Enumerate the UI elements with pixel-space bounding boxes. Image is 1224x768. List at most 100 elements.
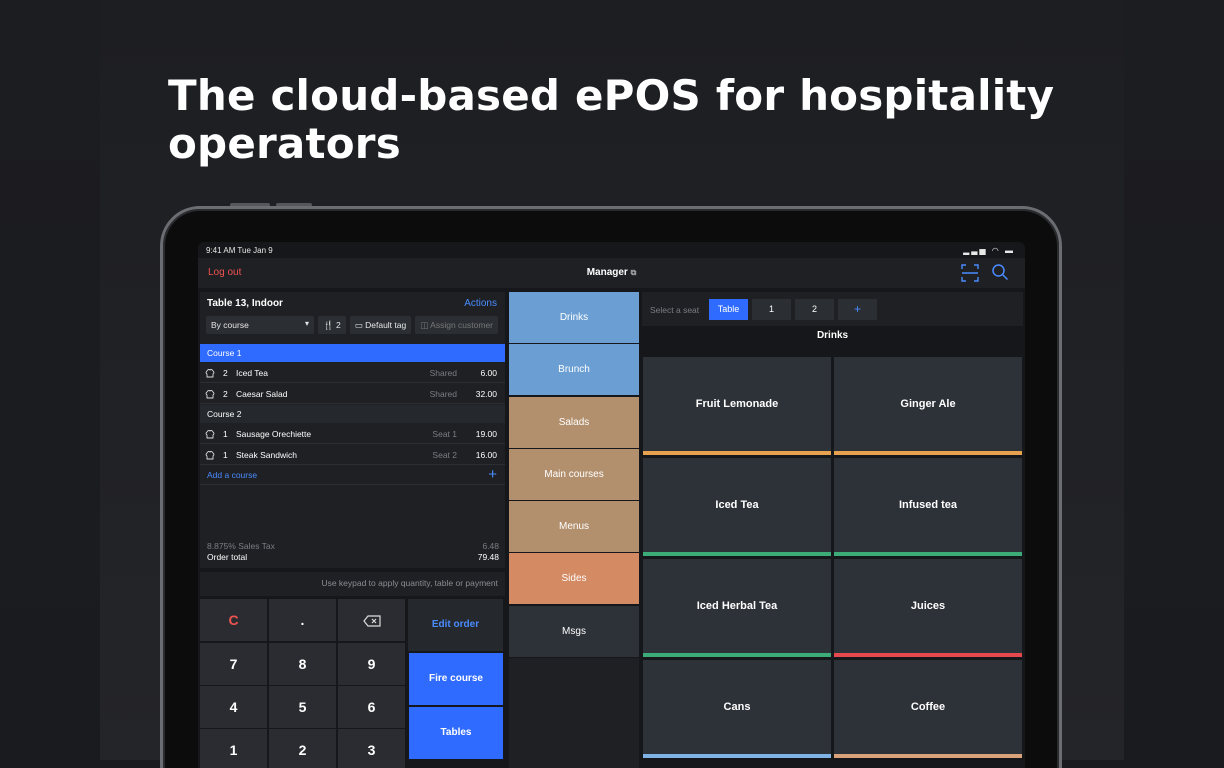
tile-label: Coffee (910, 701, 946, 713)
tablet-screen: 9:41 AM Tue Jan 9 ▂▃▅ ◠ ▬ Log out Manage… (198, 242, 1025, 768)
item-price: 32.00 (475, 389, 497, 399)
group-by-select[interactable]: By course (206, 316, 314, 334)
cutlery-icon: 🍴 (323, 320, 334, 330)
item-seat: Seat 1 (432, 429, 457, 439)
status-time: 9:41 AM Tue Jan 9 (206, 246, 273, 255)
camera-icon: ◫ (420, 320, 429, 330)
chef-hat-icon (205, 430, 215, 439)
key-1[interactable]: 1 (200, 729, 267, 768)
status-icons: ▂▃▅ ◠ ▬ (963, 246, 1015, 255)
tile-color-bar (834, 552, 1022, 556)
edit-order-button[interactable]: Edit order (408, 599, 503, 651)
product-tile[interactable]: Ginger Ale (834, 357, 1022, 455)
course-2-header[interactable]: Course 2 (200, 405, 505, 423)
product-tile[interactable]: Iced Tea (643, 458, 831, 556)
tag-icon: ▭ (354, 320, 363, 330)
item-price: 6.00 (480, 368, 497, 378)
add-seat-button[interactable]: + (838, 299, 877, 320)
key-4[interactable]: 4 (200, 686, 267, 728)
sales-tax-row: 8.875% Sales Tax 6.48 (207, 541, 499, 551)
item-price: 16.00 (475, 450, 497, 460)
tile-color-bar (643, 552, 831, 556)
item-seat: Shared (429, 389, 457, 399)
assign-customer-button[interactable]: ◫ Assign customer (415, 316, 499, 334)
order-total-row: Order total 79.48 (207, 552, 499, 562)
category-menus[interactable]: Menus (509, 501, 639, 552)
status-bar: 9:41 AM Tue Jan 9 ▂▃▅ ◠ ▬ (198, 242, 1025, 258)
seat-1-button[interactable]: 1 (752, 299, 791, 320)
decimal-key[interactable]: . (269, 599, 336, 641)
key-5[interactable]: 5 (269, 686, 336, 728)
order-item[interactable]: 1 Sausage Orechiette Seat 1 19.00 (200, 423, 505, 444)
tile-label: Cans (723, 701, 751, 713)
product-tile[interactable]: Coffee (834, 660, 1022, 758)
order-panel: Table 13, Indoor Actions By course 🍴 2 ▭… (200, 292, 505, 568)
product-tile[interactable]: Cans (643, 660, 831, 758)
order-item[interactable]: 2 Iced Tea Shared 6.00 (200, 362, 505, 383)
backspace-key[interactable] (338, 599, 405, 641)
scan-icon[interactable] (961, 264, 979, 282)
fire-course-button[interactable]: Fire course (409, 653, 503, 705)
key-9[interactable]: 9 (338, 643, 405, 685)
key-2[interactable]: 2 (269, 729, 336, 768)
tag-label: Default tag (365, 320, 407, 330)
search-icon[interactable] (991, 263, 1009, 281)
total-label: Order total (207, 552, 248, 562)
seat-selector: Select a seat Table 1 2 + (642, 292, 1023, 326)
chef-hat-icon (205, 369, 215, 378)
category-salads[interactable]: Salads (509, 397, 639, 448)
key-6[interactable]: 6 (338, 686, 405, 728)
tables-button[interactable]: Tables (409, 707, 503, 759)
tile-label: Iced Tea (715, 499, 759, 511)
manager-title[interactable]: Manager ⧉ (198, 267, 1025, 278)
item-qty: 1 (223, 429, 228, 439)
add-course-label: Add a course (207, 470, 258, 480)
tile-label: Iced Herbal Tea (696, 600, 778, 612)
tile-color-bar (643, 451, 831, 455)
chef-hat-icon (205, 390, 215, 399)
covers-button[interactable]: 🍴 2 (318, 316, 346, 334)
tile-label: Fruit Lemonade (695, 398, 779, 410)
category-main-courses[interactable]: Main courses (509, 449, 639, 500)
item-qty: 2 (223, 368, 228, 378)
item-qty: 1 (223, 450, 228, 460)
category-sides[interactable]: Sides (509, 553, 639, 604)
item-name: Sausage Orechiette (236, 429, 312, 439)
seat-2-button[interactable]: 2 (795, 299, 834, 320)
lock-icon: ⧉ (630, 268, 637, 277)
category-filler (509, 658, 639, 768)
order-toolbar: By course 🍴 2 ▭ Default tag ◫ Assign cus… (206, 316, 499, 334)
course-1-header[interactable]: Course 1 (200, 344, 505, 362)
clear-key[interactable]: C (200, 599, 267, 641)
tag-button[interactable]: ▭ Default tag (349, 316, 412, 334)
top-nav: Log out Manager ⧉ (198, 258, 1025, 288)
plus-icon: + (488, 466, 497, 483)
tax-label: 8.875% Sales Tax (207, 541, 275, 551)
tax-value: 6.48 (482, 541, 499, 551)
category-drinks[interactable]: Drinks (509, 292, 639, 343)
tile-label: Juices (910, 600, 946, 612)
order-item[interactable]: 1 Steak Sandwich Seat 2 16.00 (200, 444, 505, 465)
order-title: Table 13, Indoor (207, 298, 283, 309)
tile-color-bar (834, 754, 1022, 758)
product-tile[interactable]: Infused tea (834, 458, 1022, 556)
item-qty: 2 (223, 389, 228, 399)
item-seat: Seat 2 (432, 450, 457, 460)
product-tile[interactable]: Juices (834, 559, 1022, 657)
add-course-button[interactable]: Add a course + (200, 465, 505, 485)
category-brunch[interactable]: Brunch (509, 344, 639, 395)
actions-button[interactable]: Actions (464, 298, 497, 309)
assign-label: Assign customer (430, 320, 494, 330)
section-title: Drinks (816, 330, 849, 341)
product-tile[interactable]: Fruit Lemonade (643, 357, 831, 455)
product-tile[interactable]: Iced Herbal Tea (643, 559, 831, 657)
order-item[interactable]: 2 Caesar Salad Shared 32.00 (200, 383, 505, 404)
key-7[interactable]: 7 (200, 643, 267, 685)
item-name: Iced Tea (236, 368, 268, 378)
tile-label: Infused tea (898, 499, 958, 511)
seat-table-button[interactable]: Table (709, 299, 748, 320)
category-msgs[interactable]: Msgs (509, 606, 639, 657)
item-name: Steak Sandwich (236, 450, 297, 460)
key-3[interactable]: 3 (338, 729, 405, 768)
key-8[interactable]: 8 (269, 643, 336, 685)
